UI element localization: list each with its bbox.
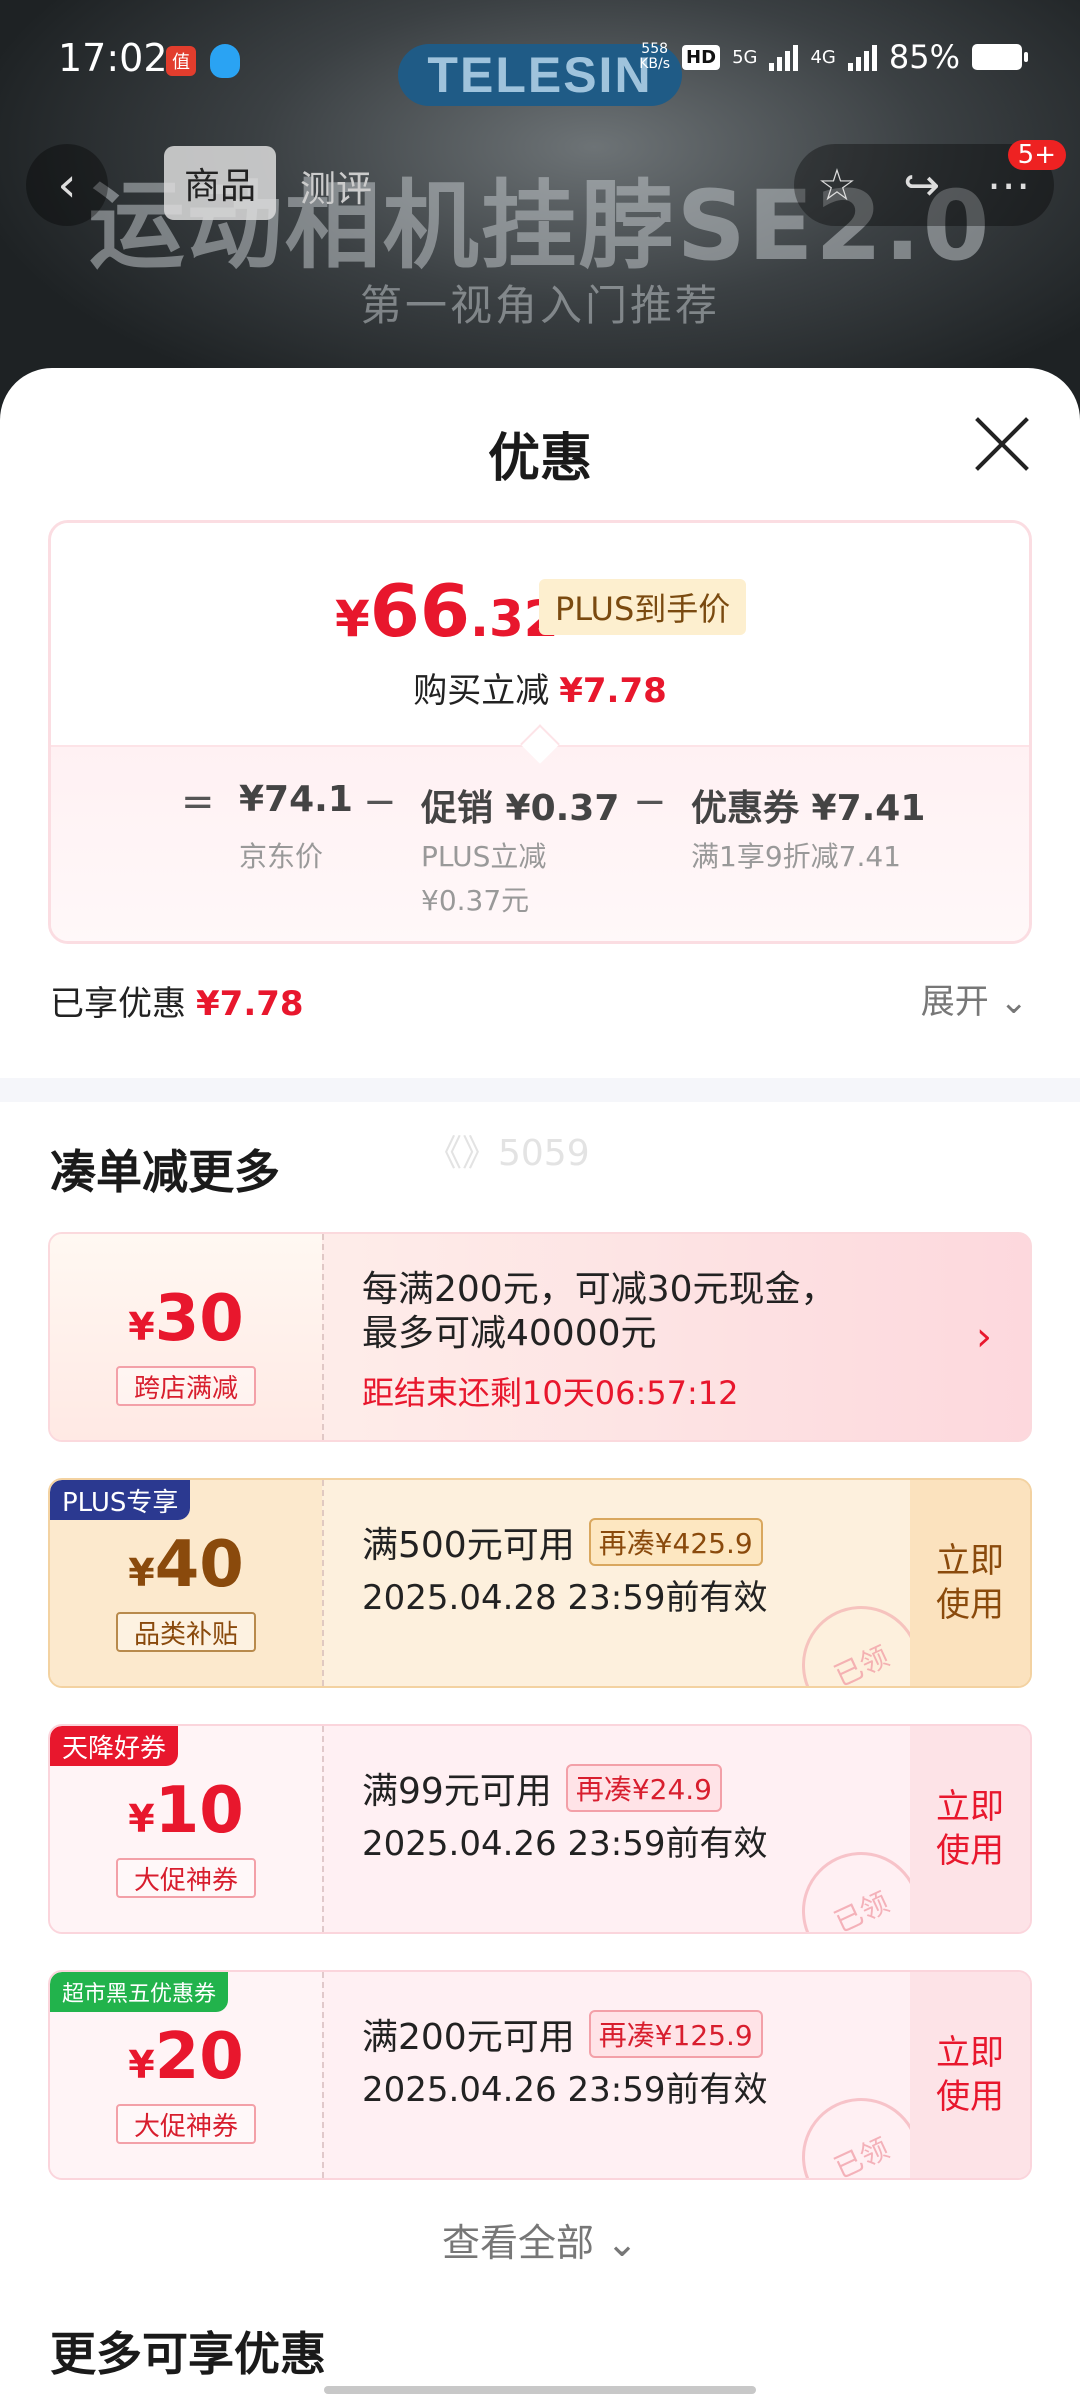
coupon-type-tag: 跨店满减: [116, 1366, 256, 1406]
coupon-corner-tag: 超市黑五优惠券: [50, 1972, 229, 2012]
topup-tag: 再凑¥24.9: [565, 1764, 722, 1812]
use-now-button[interactable]: 立即 使用: [910, 1726, 1030, 1932]
signal-icon-2: [847, 43, 877, 71]
coupon-value: 优惠券 ¥7.41: [691, 788, 926, 829]
battery-percent: 85%: [888, 38, 960, 76]
tab-goods[interactable]: 商品: [164, 146, 276, 220]
signal-icon: [769, 43, 799, 71]
coupon-condition: 满500元可用 再凑¥425.9: [362, 1516, 763, 1568]
view-all-button[interactable]: 查看全部 ⌄: [0, 2212, 1080, 2267]
coupon-condition: 满99元可用 再凑¥24.9: [362, 1762, 722, 1814]
section-divider: [0, 1078, 1080, 1102]
expand-button[interactable]: 展开 ⌄: [921, 974, 1028, 1023]
share-icon[interactable]: ↪: [903, 160, 940, 211]
section-title-more-offers: 更多可享优惠: [50, 2327, 326, 2381]
coupon-cross-store[interactable]: ¥30 跨店满减 每满200元，可减30元现金， 最多可减40000元 距结束还剩…: [48, 1232, 1032, 1442]
status-time: 17:02: [58, 36, 168, 80]
enjoyed-discount: 已享优惠 ¥7.78: [50, 984, 304, 1024]
net-speed: 558 KB/s: [639, 41, 671, 72]
topup-tag: 再凑¥125.9: [588, 2010, 763, 2058]
battery-icon: [972, 44, 1028, 70]
hd-icon: HD: [682, 44, 721, 70]
coupon-expiry: 2025.04.26 23:59前有效: [362, 2070, 768, 2110]
top-nav: ‹ 商品 测评 ☆ ↪ ⋯ 5+: [0, 140, 1080, 230]
jd-price-label: 京东价: [239, 840, 324, 873]
back-icon[interactable]: ‹: [26, 144, 108, 226]
status-bar: 17:02 值 558 KB/s HD 5G 4G 85%: [0, 0, 1080, 120]
sheet-title: 优惠: [487, 429, 592, 489]
coupon-sub: 满1享9折减7.41: [691, 840, 901, 873]
coupon-promo-20: ¥20 大促神券 超市黑五优惠券 满200元可用 再凑¥125.9 2025.04…: [48, 1970, 1032, 2180]
promo-value: 促销 ¥0.37: [421, 788, 620, 829]
coupon-corner-tag: PLUS专享: [50, 1480, 191, 1520]
section-title-more: 凑单减更多: [50, 1145, 280, 1199]
signal-5g-label: 5G: [732, 46, 758, 68]
coupon-type-tag: 品类补贴: [116, 1612, 256, 1652]
final-price: ¥66.32: [335, 569, 559, 653]
discount-sheet: 优惠 ¥66.32 PLUS到手价 购买立减 ¥7.78 = ¥74.1 京东价 …: [0, 368, 1080, 2400]
coupon-type-tag: 大促神券: [116, 2104, 256, 2144]
coupon-corner-tag: 天降好券: [50, 1726, 179, 1766]
chevron-right-icon[interactable]: ›: [976, 1314, 992, 1360]
instant-discount: 购买立减 ¥7.78: [413, 671, 667, 711]
watermark: 《》5059: [426, 1133, 590, 1174]
use-now-button[interactable]: 立即 使用: [910, 1972, 1030, 2178]
banner-subtitle: 第一视角入门推荐: [359, 281, 720, 330]
close-icon[interactable]: [970, 412, 1034, 476]
countdown-timer: 距结束还剩10天06:57:12: [362, 1374, 739, 1412]
coupon-expiry: 2025.04.28 23:59前有效: [362, 1578, 768, 1618]
notification-app-icon: 值: [166, 46, 196, 76]
jd-price: ¥74.1: [239, 779, 353, 820]
home-indicator[interactable]: [324, 2386, 756, 2394]
use-now-button[interactable]: 立即 使用: [910, 1480, 1030, 1686]
coupon-condition: 满200元可用 再凑¥125.9: [362, 2008, 763, 2060]
coupon-expiry: 2025.04.26 23:59前有效: [362, 1824, 768, 1864]
coupon-promo-10: ¥10 大促神券 天降好券 满99元可用 再凑¥24.9 2025.04.26 2…: [48, 1724, 1032, 1934]
signal-4g-label: 4G: [810, 46, 836, 68]
topup-tag: 再凑¥425.9: [588, 1518, 763, 1566]
plus-price-tag: PLUS到手价: [539, 579, 747, 635]
coupon-plus-subsidy: ¥40 品类补贴 PLUS专享 满500元可用 再凑¥425.9 2025.04.…: [48, 1478, 1032, 1688]
tab-review[interactable]: 测评: [300, 160, 372, 212]
message-badge: 5+: [1007, 140, 1066, 170]
coupon-desc: 每满200元，可减30元现金， 最多可减40000元: [362, 1269, 837, 1354]
qq-icon: [210, 44, 240, 78]
favorite-star-icon[interactable]: ☆: [817, 160, 856, 211]
promo-sub: PLUS立减 ¥0.37元: [421, 840, 547, 917]
price-card: ¥66.32 PLUS到手价 购买立减 ¥7.78 = ¥74.1 京东价 − 促…: [48, 520, 1032, 944]
coupon-type-tag: 大促神券: [116, 1858, 256, 1898]
